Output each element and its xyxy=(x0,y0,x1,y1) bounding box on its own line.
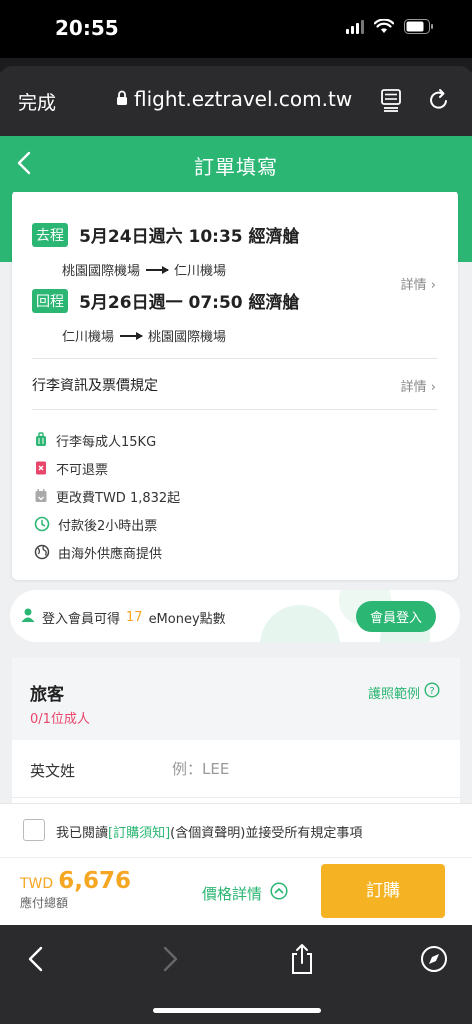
main-content: 去程 5月24日週六 10:35 經濟艙 桃園國際機場 仁川機場 詳情 › 回程… xyxy=(0,192,472,857)
agreement-bar: 我已閱讀[訂購須知](含個資聲明)並接受所有規定事項 xyxy=(0,803,472,857)
traveler-title: 旅客 xyxy=(30,685,64,705)
svg-text:?: ? xyxy=(429,686,434,697)
member-login-button[interactable]: 會員登入 xyxy=(355,601,436,632)
member-banner: 登入會員可得 17 eMoney點數 會員登入 xyxy=(10,590,460,642)
info-item-supplier: 由海外供應商提供 xyxy=(34,538,180,566)
return-from: 仁川機場 xyxy=(62,330,115,345)
surname-label: 英文姓 xyxy=(30,762,76,780)
emoney-amount: 17 xyxy=(126,609,143,625)
outbound-title: 5月24日週六 10:35 經濟艙 xyxy=(79,227,300,247)
chevron-right-icon: › xyxy=(430,278,436,293)
route-arrow-icon xyxy=(146,265,170,274)
status-icons xyxy=(346,19,434,34)
checkout-bar: TWD 6,676 應付總額 價格詳情 訂購 xyxy=(0,857,472,925)
outbound-to: 仁川機場 xyxy=(174,264,227,279)
user-icon xyxy=(20,607,36,627)
price-detail-button[interactable]: 價格詳情 xyxy=(202,882,288,904)
return-route: 仁川機場 桃園國際機場 xyxy=(62,326,226,345)
status-time: 20:55 xyxy=(55,16,119,40)
info-item-change-fee: 更改費TWD 1,832起 xyxy=(34,482,180,510)
passport-example-link[interactable]: 護照範例 ? xyxy=(368,682,440,702)
baggage-detail-link[interactable]: 詳情 › xyxy=(401,376,436,395)
baggage-rules-title: 行李資訊及票價規定 xyxy=(32,378,158,394)
total-price: TWD 6,676 xyxy=(20,868,131,894)
status-bar: 20:55 xyxy=(0,0,472,60)
browser-toolbar xyxy=(0,925,472,1024)
share-icon[interactable] xyxy=(288,943,316,979)
address-bar[interactable]: flight.eztravel.com.tw xyxy=(116,87,352,111)
change-fee-icon xyxy=(34,488,48,504)
info-item-baggage: 行李每成人15KG xyxy=(34,426,180,454)
done-button[interactable]: 完成 xyxy=(18,88,56,115)
reload-icon[interactable] xyxy=(428,88,450,116)
info-item-refund: 不可退票 xyxy=(34,454,180,482)
return-title: 5月26日週一 07:50 經濟艙 xyxy=(79,293,300,313)
outbound-tag: 去程 xyxy=(32,222,68,247)
price-value: 6,676 xyxy=(58,868,132,894)
return-to: 桃園國際機場 xyxy=(148,330,227,345)
chevron-right-icon: › xyxy=(430,380,436,395)
price-currency: TWD xyxy=(20,876,54,892)
battery-icon xyxy=(404,19,434,34)
divider xyxy=(32,358,438,359)
globe-icon xyxy=(34,544,50,560)
fare-info-list: 行李每成人15KG 不可退票 更改費TWD 1,832起 付款後2小時出票 由海… xyxy=(34,426,180,566)
home-indicator xyxy=(153,1008,321,1013)
app-header: 訂單填寫 xyxy=(0,136,472,192)
surname-field-row: 英文姓 xyxy=(12,740,460,798)
signal-icon xyxy=(346,19,364,34)
no-refund-icon xyxy=(34,460,48,476)
terms-link[interactable]: [訂購須知] xyxy=(108,826,170,841)
page-title: 訂單填寫 xyxy=(194,155,278,179)
chevron-up-circle-icon xyxy=(270,882,288,904)
traveler-header: 旅客 0/1位成人 護照範例 ? xyxy=(12,658,460,740)
clock-icon xyxy=(34,516,50,532)
lock-icon xyxy=(116,87,128,111)
outbound-leg: 去程 5月24日週六 10:35 經濟艙 xyxy=(32,222,300,247)
flight-detail-link[interactable]: 詳情 › xyxy=(401,274,436,293)
back-icon[interactable] xyxy=(26,945,46,977)
reader-mode-icon[interactable] xyxy=(380,88,402,116)
total-label: 應付總額 xyxy=(20,896,69,910)
agreement-text: 我已閱讀[訂購須知](含個資聲明)並接受所有規定事項 xyxy=(56,826,363,841)
outbound-route: 桃園國際機場 仁川機場 xyxy=(62,260,226,279)
member-reward-text: 登入會員可得 17 eMoney點數 xyxy=(20,607,226,627)
outbound-from: 桃園國際機場 xyxy=(62,264,141,279)
surname-input[interactable] xyxy=(172,756,432,782)
browser-bar: 完成 flight.eztravel.com.tw xyxy=(0,66,472,136)
trip-card: 去程 5月24日週六 10:35 經濟艙 桃園國際機場 仁川機場 詳情 › 回程… xyxy=(12,192,458,580)
forward-icon[interactable] xyxy=(160,945,180,977)
traveler-count: 0/1位成人 xyxy=(30,712,90,727)
route-arrow-icon xyxy=(120,331,144,340)
agree-checkbox[interactable] xyxy=(23,819,45,841)
wifi-icon xyxy=(374,19,394,34)
divider xyxy=(32,409,438,410)
return-tag: 回程 xyxy=(32,288,68,313)
order-button[interactable]: 訂購 xyxy=(321,864,445,918)
compass-icon[interactable] xyxy=(420,945,448,977)
luggage-icon xyxy=(34,432,48,448)
return-leg: 回程 5月26日週一 07:50 經濟艙 xyxy=(32,288,300,313)
info-item-ticketing: 付款後2小時出票 xyxy=(34,510,180,538)
url-text: flight.eztravel.com.tw xyxy=(134,87,353,111)
help-icon: ? xyxy=(424,682,440,702)
